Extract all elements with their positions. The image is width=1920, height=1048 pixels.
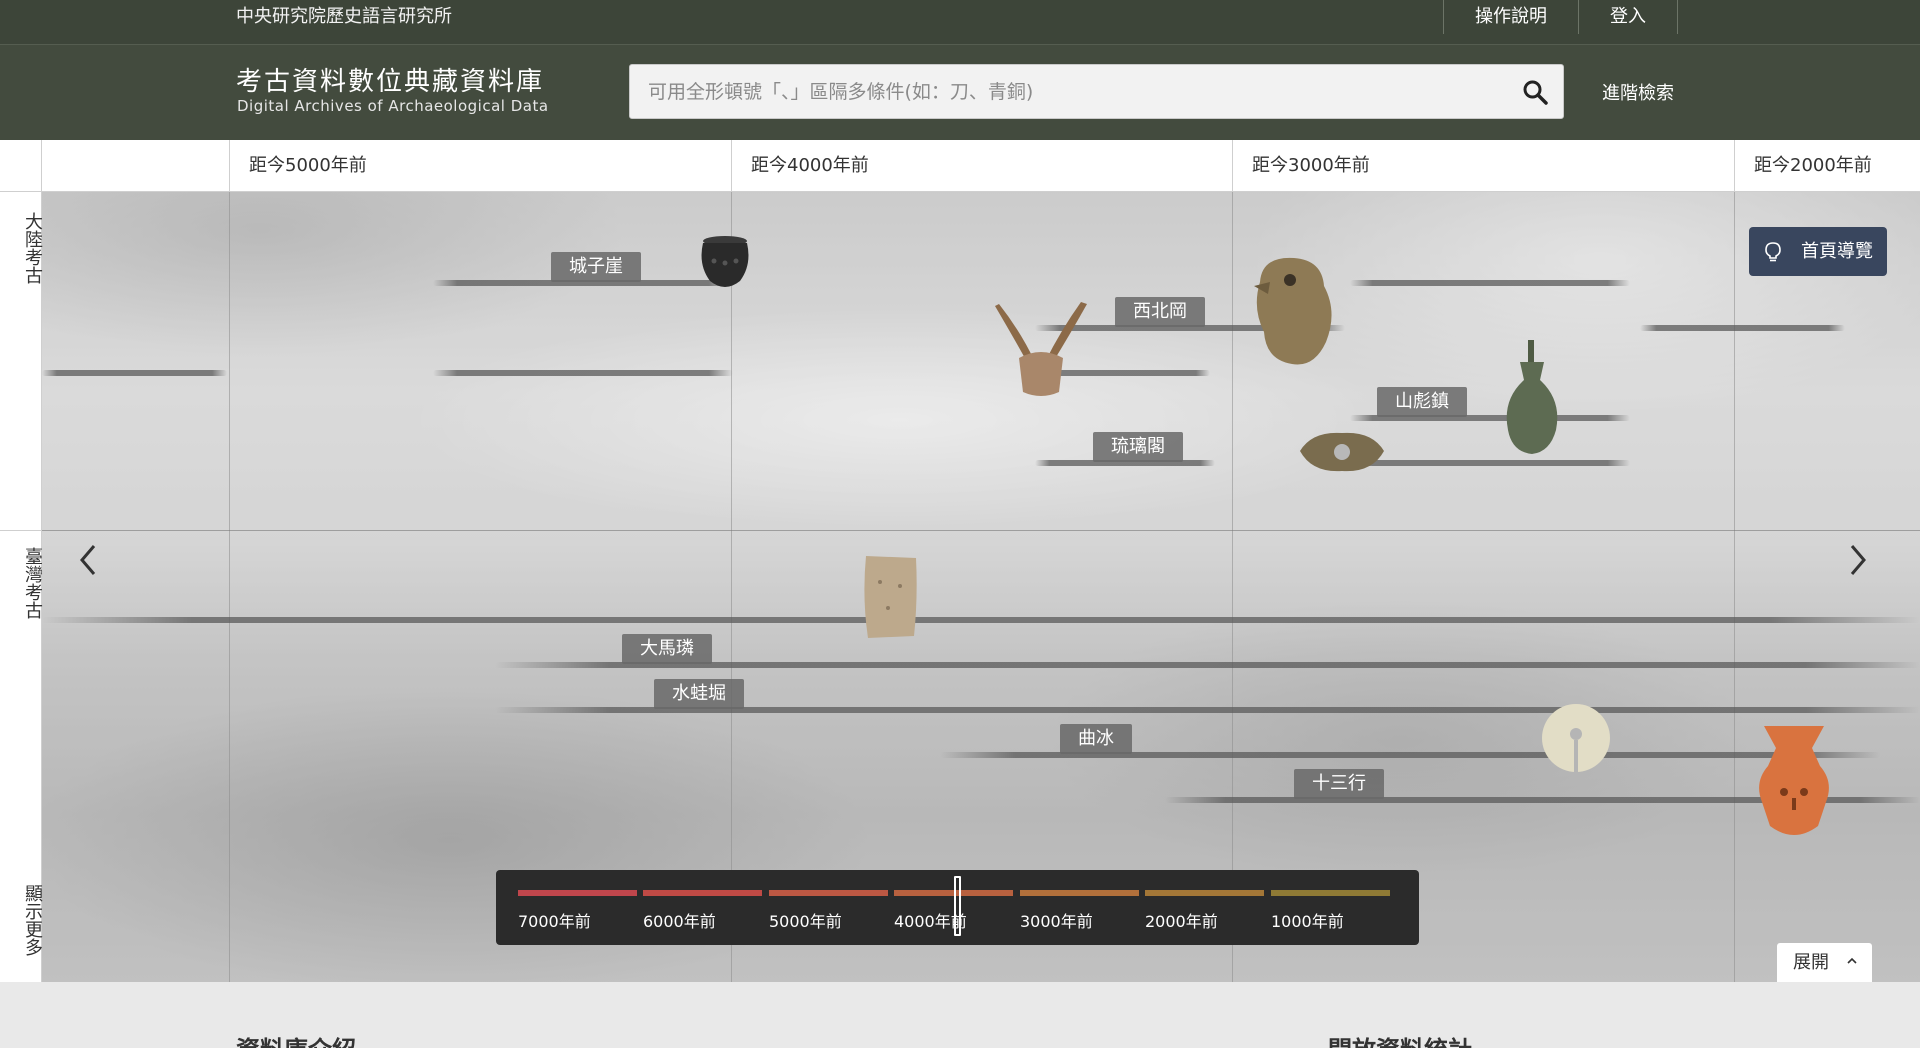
- antler-artifact-icon[interactable]: [985, 300, 1097, 400]
- stats-heading: 開放資料統計: [1328, 1030, 1472, 1048]
- era-label: 2000年前: [1145, 912, 1218, 931]
- owl-bronze-icon[interactable]: [1250, 252, 1340, 368]
- site-label-qubing[interactable]: 曲冰: [1060, 724, 1132, 754]
- bronze-vessel-icon[interactable]: [1500, 340, 1564, 458]
- site-subtitle: Digital Archives of Archaeological Data: [237, 97, 549, 115]
- site-label-shisanhang[interactable]: 十三行: [1294, 769, 1384, 799]
- era-label: 6000年前: [643, 912, 716, 931]
- institution-name: 中央研究院歷史語言研究所: [236, 6, 452, 27]
- info-section: 資料庫介紹 開放資料統計: [0, 982, 1920, 1048]
- period-bar[interactable]: [1350, 280, 1630, 286]
- time-axis: 距今5000年前 距今4000年前 距今3000年前 距今2000年前: [0, 140, 1920, 192]
- expand-button[interactable]: 展開: [1777, 943, 1872, 982]
- search-box: [629, 64, 1564, 119]
- axis-tick: 距今3000年前: [1232, 140, 1370, 192]
- chevron-right-icon[interactable]: [1842, 540, 1872, 580]
- intro-heading: 資料庫介紹: [236, 1030, 356, 1048]
- period-bar[interactable]: [433, 370, 733, 376]
- navigator-handle[interactable]: [954, 876, 961, 936]
- homepage-guide-button[interactable]: 首頁導覽: [1749, 227, 1887, 276]
- axis-tick: 距今5000年前: [229, 140, 367, 192]
- jade-ring-icon[interactable]: [1538, 698, 1614, 778]
- site-label-chengziya[interactable]: 城子崖: [551, 252, 641, 282]
- site-header: 考古資料數位典藏資料庫 Digital Archives of Archaeol…: [0, 44, 1920, 140]
- show-more-label[interactable]: 顯示更多: [0, 884, 43, 956]
- site-label-shuiwaku[interactable]: 水蛙堀: [654, 679, 744, 709]
- search-icon[interactable]: [1521, 78, 1549, 106]
- site-label-damalin[interactable]: 大馬璘: [622, 634, 712, 664]
- chevron-up-icon: [1847, 957, 1857, 964]
- chevron-left-icon[interactable]: [74, 540, 104, 580]
- time-navigator[interactable]: 7000年前 6000年前 5000年前 4000年前 3000年前 2000年…: [496, 870, 1419, 945]
- era-label: 7000年前: [518, 912, 591, 931]
- region-label-taiwan[interactable]: 臺灣考古: [0, 547, 43, 619]
- advanced-search-link[interactable]: 進階檢索: [1602, 79, 1674, 105]
- era-label: 5000年前: [769, 912, 842, 931]
- period-bar[interactable]: [1350, 460, 1630, 466]
- era-segment[interactable]: [1020, 890, 1139, 896]
- era-segment[interactable]: [769, 890, 888, 896]
- era-segment[interactable]: [1271, 890, 1390, 896]
- era-label: 1000年前: [1271, 912, 1344, 931]
- axis-tick: 距今4000年前: [731, 140, 869, 192]
- help-link[interactable]: 操作說明: [1443, 0, 1578, 34]
- site-title[interactable]: 考古資料數位典藏資料庫: [236, 61, 544, 98]
- lightbulb-icon: [1765, 242, 1781, 262]
- bronze-ornament-icon[interactable]: [1296, 427, 1388, 477]
- period-bar[interactable]: [42, 617, 1920, 623]
- period-bar[interactable]: [42, 370, 227, 376]
- guide-button-label: 首頁導覽: [1801, 241, 1873, 262]
- axis-tick: 距今2000年前: [1734, 140, 1872, 192]
- black-pottery-jar-icon[interactable]: [694, 233, 756, 293]
- top-links: 操作說明 登入: [1443, 0, 1678, 34]
- site-label-shanbiaozhen[interactable]: 山彪鎮: [1377, 387, 1467, 417]
- region-separator: [42, 530, 1920, 531]
- region-sidebar: 大陸考古 臺灣考古 顯示更多: [0, 192, 43, 982]
- era-segment[interactable]: [643, 890, 762, 896]
- timeline-panel: 距今5000年前 距今4000年前 距今3000年前 距今2000年前 大陸考古…: [0, 140, 1920, 982]
- expand-button-label: 展開: [1793, 952, 1829, 973]
- period-bar[interactable]: [1640, 325, 1845, 331]
- search-input[interactable]: [630, 65, 1510, 118]
- face-pottery-icon[interactable]: [1752, 722, 1836, 844]
- era-label: 3000年前: [1020, 912, 1093, 931]
- region-label-mainland[interactable]: 大陸考古: [0, 212, 43, 284]
- stone-slab-icon[interactable]: [860, 552, 922, 640]
- era-segment[interactable]: [1145, 890, 1264, 896]
- site-label-liuliige[interactable]: 琉璃閣: [1093, 432, 1183, 462]
- site-label-xibeigang[interactable]: 西北岡: [1115, 297, 1205, 327]
- login-link[interactable]: 登入: [1578, 0, 1678, 34]
- top-bar: 中央研究院歷史語言研究所 操作說明 登入: [0, 0, 1920, 44]
- era-segment[interactable]: [518, 890, 637, 896]
